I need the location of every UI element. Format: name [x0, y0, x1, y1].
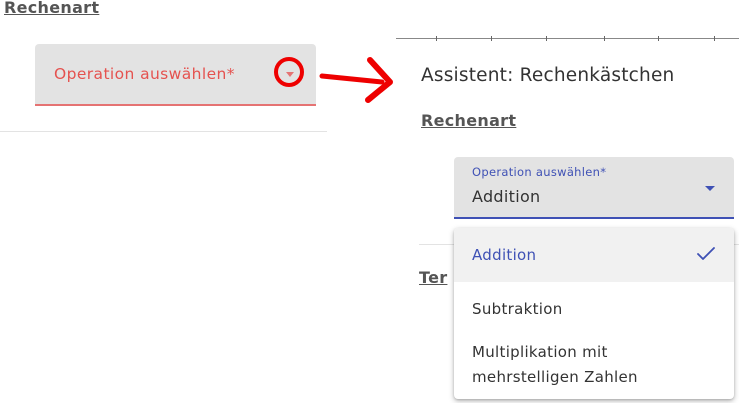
check-icon: [697, 247, 715, 260]
select-value: Addition: [472, 187, 541, 206]
red-arrow-right-icon: [319, 57, 393, 103]
caret-down-icon[interactable]: [705, 186, 715, 191]
option-label: Multiplikation mit mehrstelligen Zahlen: [472, 343, 638, 386]
dialog-title: Assistent: Rechenkästchen: [421, 65, 675, 86]
caret-down-icon[interactable]: [286, 72, 294, 77]
dropdown-menu: Addition Subtraktion Multiplikation mit …: [454, 228, 734, 399]
cropped-edge: [396, 36, 739, 42]
option-label: Subtraktion: [472, 300, 563, 318]
section-title-rechenart: Rechenart: [4, 0, 100, 17]
divider: [0, 131, 327, 132]
operation-select[interactable]: Operation auswählen* Addition: [454, 157, 734, 219]
select-placeholder: Operation auswählen*: [54, 65, 235, 83]
option-label: Addition: [472, 246, 537, 264]
select-label: Operation auswählen*: [472, 165, 607, 179]
operation-select-empty[interactable]: Operation auswählen*: [35, 44, 316, 106]
option-addition[interactable]: Addition: [454, 228, 734, 282]
section-title-rechenart: Rechenart: [421, 111, 517, 130]
section-title-partial: Ter: [419, 268, 448, 287]
option-subtraktion[interactable]: Subtraktion: [454, 282, 734, 336]
option-multiplikation[interactable]: Multiplikation mit mehrstelligen Zahlen: [454, 338, 734, 394]
